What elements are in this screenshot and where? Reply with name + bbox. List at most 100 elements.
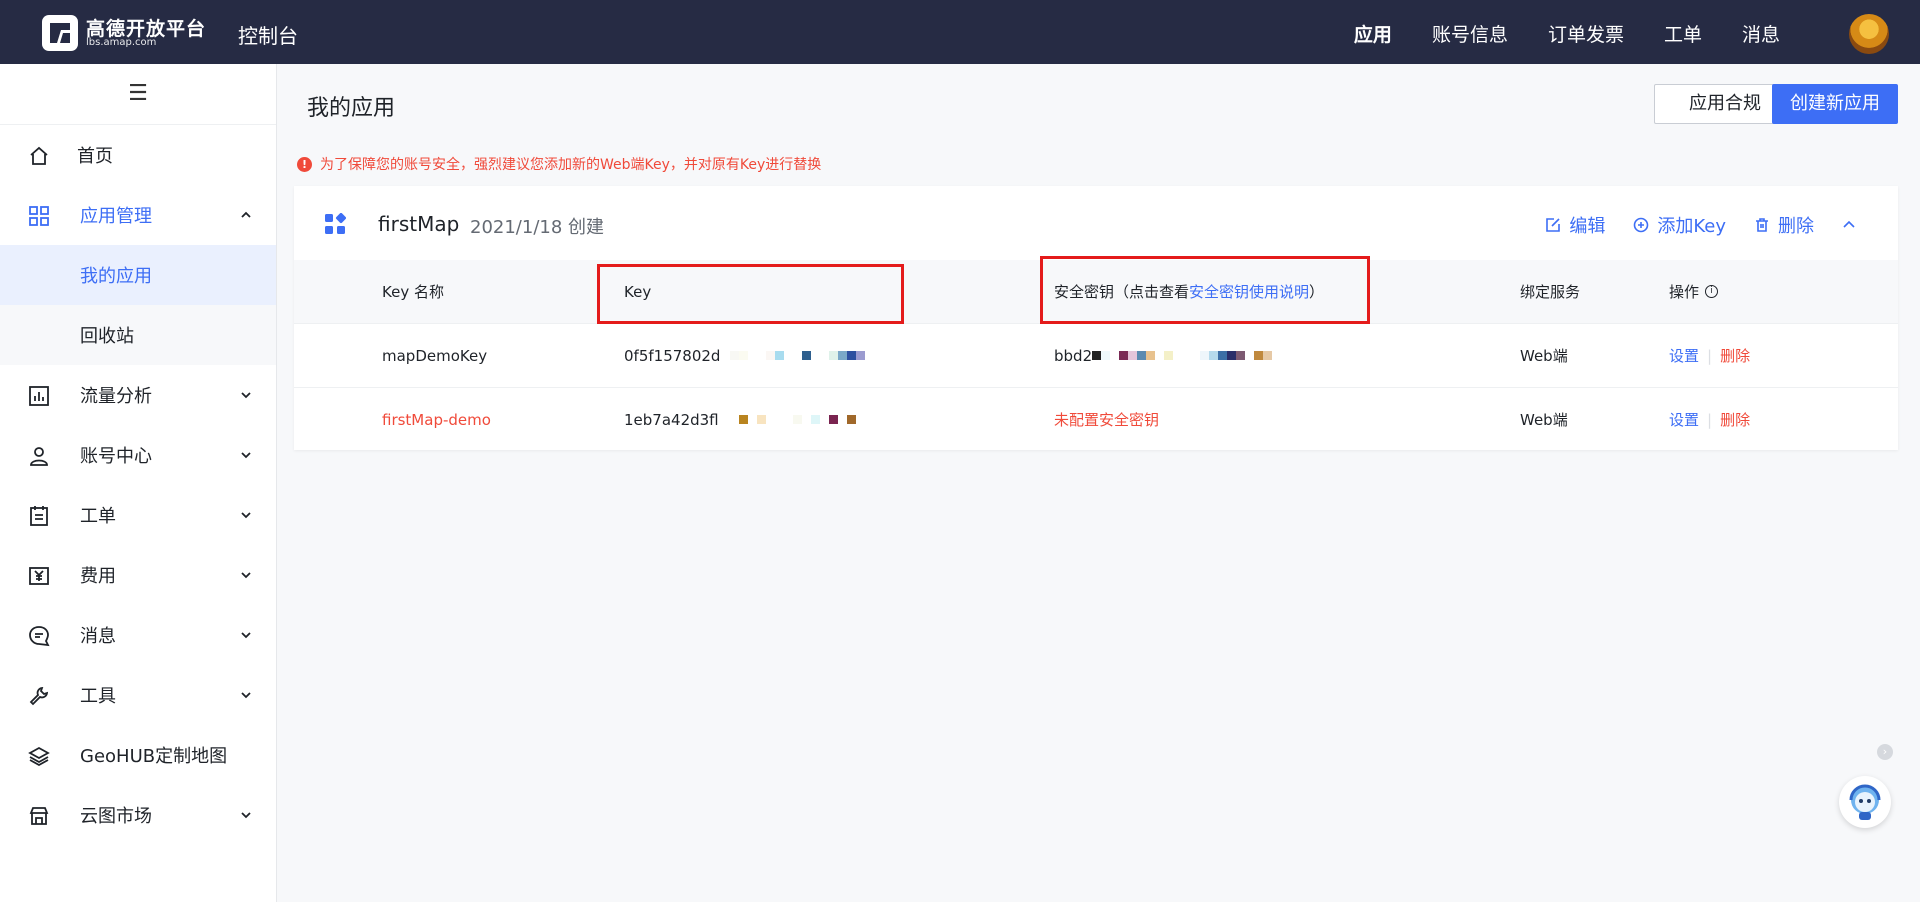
wrench-icon — [29, 686, 49, 706]
app-actions: 编辑 添加Key 删除 — [1545, 212, 1856, 238]
chevron-down-icon — [241, 392, 251, 399]
key-value: 1eb7a42d3fl — [624, 410, 719, 429]
edit-icon — [1546, 218, 1561, 232]
table-row: firstMap-demo 1eb7a42d3fl 未配置安全密钥 Web端 设… — [294, 388, 1898, 451]
chevron-right-icon[interactable]: › — [1877, 744, 1893, 760]
chevron-down-icon — [241, 812, 251, 819]
yuan-icon — [29, 567, 49, 585]
sidebar-item-label: 消息 — [80, 626, 116, 647]
trash-icon — [1756, 218, 1768, 232]
sidebar-item-label: 费用 — [80, 566, 116, 587]
edit-app-button[interactable]: 编辑 — [1545, 212, 1605, 238]
header-secret: 安全密钥（点击查看 安全密钥使用说明） — [1054, 260, 1324, 323]
top-bar: 高德开放平台 lbs.amap.com 控制台 应用 账号信息 订单发票 工单 … — [0, 0, 1920, 64]
layers-icon — [28, 746, 50, 767]
clipboard-icon — [30, 506, 48, 526]
sidebar-item-label: 应用管理 — [80, 206, 152, 227]
sidebar-item-account-center[interactable]: 账号中心 — [0, 425, 276, 485]
amap-logo[interactable]: 高德开放平台 lbs.amap.com — [42, 12, 205, 52]
chevron-down-icon — [241, 632, 251, 639]
security-warning: ! 为了保障您的账号安全，强烈建议您添加新的Web端Key，并对原有Key进行替… — [297, 154, 821, 174]
key-value: 0f5f157802d — [624, 346, 721, 365]
sidebar-item-recycle-bin[interactable]: 回收站 — [0, 305, 276, 365]
sidebar-item-label: 我的应用 — [80, 266, 152, 287]
app-created-date: 2021/1/18 创建 — [470, 217, 605, 238]
chevron-down-icon — [241, 572, 251, 579]
header-operations: 操作 i — [1669, 260, 1719, 323]
divider: | — [1707, 410, 1713, 429]
key-cell: 1eb7a42d3fl — [624, 388, 856, 451]
add-key-button[interactable]: 添加Key — [1633, 212, 1726, 238]
app-name: firstMap — [378, 212, 460, 236]
delete-key-link[interactable]: 删除 — [1720, 345, 1750, 366]
sidebar: ☰ 首页 应用管理 我的应用 回收站 流量分析 账号中心 工单 费用 消息 工具… — [0, 64, 277, 902]
ops-cell: 设置 | 删除 — [1669, 388, 1750, 451]
sidebar-item-messages[interactable]: 消息 — [0, 605, 276, 665]
chevron-up-icon[interactable] — [1842, 218, 1856, 232]
topnav-account-info[interactable]: 账号信息 — [1432, 20, 1508, 47]
main-content: 我的应用 应用合规 创建新应用 ! 为了保障您的账号安全，强烈建议您添加新的We… — [277, 64, 1920, 902]
sidebar-item-my-apps[interactable]: 我的应用 — [0, 245, 276, 305]
settings-link[interactable]: 设置 — [1669, 409, 1699, 430]
topnav-orders-invoices[interactable]: 订单发票 — [1548, 20, 1624, 47]
secret-usage-link[interactable]: 安全密钥使用说明 — [1189, 281, 1309, 302]
sidebar-item-home[interactable]: 首页 — [0, 125, 276, 185]
sidebar-item-tools[interactable]: 工具 — [0, 665, 276, 725]
topnav-tickets[interactable]: 工单 — [1664, 20, 1702, 47]
table-header-row: Key 名称 Key 安全密钥（点击查看 安全密钥使用说明） 绑定服务 操作 i — [294, 260, 1898, 324]
sidebar-item-geohub[interactable]: GeoHUB定制地图 — [0, 725, 276, 785]
grid-icon — [29, 206, 49, 226]
chevron-up-icon — [241, 211, 251, 218]
topnav-apps[interactable]: 应用 — [1354, 20, 1392, 47]
sidebar-item-label: 云图市场 — [80, 806, 152, 827]
sidebar-item-cloud-market[interactable]: 云图市场 — [0, 785, 276, 845]
redacted-mosaic — [738, 415, 856, 425]
redacted-mosaic — [730, 351, 866, 361]
header-key: Key — [624, 282, 652, 301]
chevron-down-icon — [241, 512, 251, 519]
warning-text: 为了保障您的账号安全，强烈建议您添加新的Web端Key，并对原有Key进行替换 — [320, 157, 822, 173]
edit-label: 编辑 — [1569, 216, 1606, 237]
user-icon — [30, 447, 48, 466]
sidebar-item-billing[interactable]: 费用 — [0, 545, 276, 605]
divider: | — [1707, 346, 1713, 365]
app-card: firstMap 2021/1/18 创建 编辑 添加Key 删除 Key 名称… — [294, 186, 1898, 450]
plus-circle-icon — [1634, 217, 1649, 233]
top-nav: 应用 账号信息 订单发票 工单 消息 — [1354, 20, 1780, 47]
info-icon[interactable]: i — [1705, 285, 1719, 298]
console-title[interactable]: 控制台 — [238, 20, 298, 49]
header-secret-suffix: ） — [1309, 283, 1325, 301]
user-avatar[interactable] — [1849, 14, 1889, 54]
delete-app-button[interactable]: 删除 — [1754, 212, 1814, 238]
key-name-cell: firstMap-demo — [382, 410, 491, 429]
sidebar-item-label: 首页 — [77, 146, 113, 167]
sidebar-item-label: 账号中心 — [80, 446, 152, 467]
sidebar-item-app-management[interactable]: 应用管理 — [0, 185, 276, 245]
sidebar-item-label: GeoHUB定制地图 — [80, 746, 228, 767]
settings-link[interactable]: 设置 — [1669, 345, 1699, 366]
secret-cell: bbd2 — [1054, 324, 1273, 387]
menu-toggle-icon[interactable]: ☰ — [0, 64, 276, 125]
sidebar-item-traffic-analysis[interactable]: 流量分析 — [0, 365, 276, 425]
app-card-header: firstMap 2021/1/18 创建 编辑 添加Key 删除 — [294, 186, 1898, 260]
message-icon — [29, 626, 50, 647]
customer-service-bot-icon[interactable] — [1839, 776, 1891, 828]
page-title: 我的应用 — [307, 96, 396, 121]
delete-key-link[interactable]: 删除 — [1720, 409, 1750, 430]
create-app-button[interactable]: 创建新应用 — [1772, 84, 1898, 124]
delete-label: 删除 — [1778, 216, 1814, 237]
add-key-label: 添加Key — [1657, 216, 1726, 237]
home-icon — [30, 146, 48, 165]
logo-subtitle: lbs.amap.com — [86, 37, 157, 48]
sidebar-item-label: 回收站 — [80, 326, 134, 347]
header-operations-label: 操作 — [1669, 283, 1700, 301]
sidebar-item-tickets[interactable]: 工单 — [0, 485, 276, 545]
amap-logo-icon — [42, 15, 78, 51]
secret-cell: 未配置安全密钥 — [1054, 411, 1160, 429]
header-key-name: Key 名称 — [382, 283, 444, 301]
chevron-down-icon — [241, 452, 251, 459]
sidebar-item-label: 工单 — [80, 506, 116, 527]
service-cell: Web端 — [1520, 411, 1568, 429]
topnav-messages[interactable]: 消息 — [1742, 20, 1780, 47]
redacted-mosaic — [1092, 351, 1273, 361]
